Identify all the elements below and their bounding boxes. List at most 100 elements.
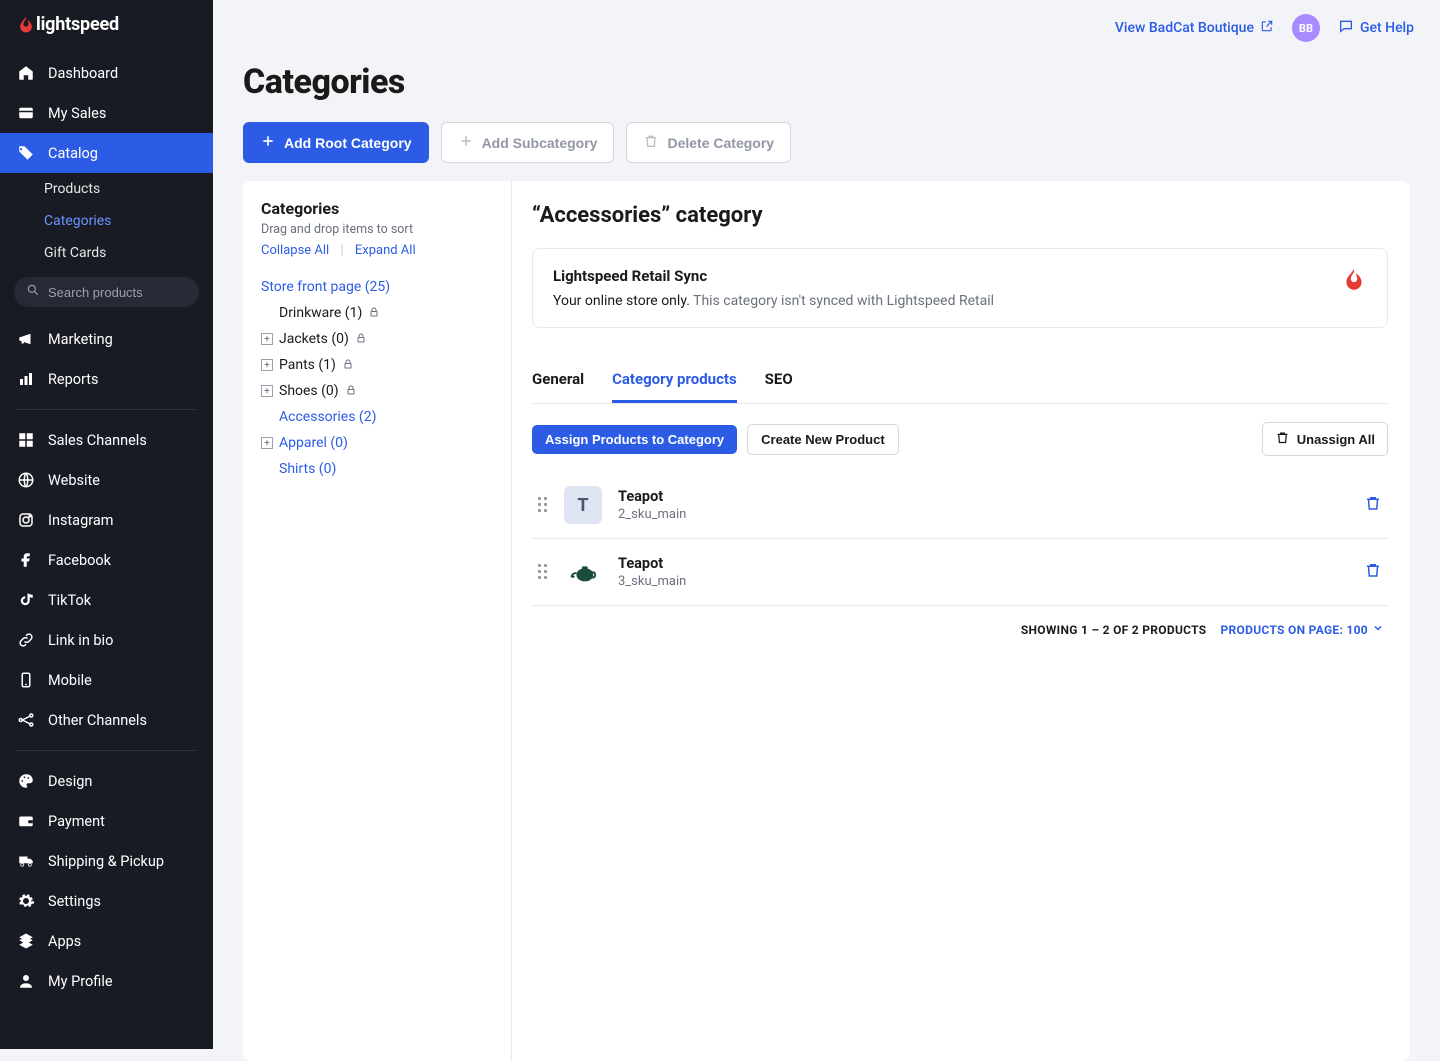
button-label: Add Root Category	[284, 135, 412, 151]
sidebar-item-reports[interactable]: Reports	[0, 359, 213, 399]
expand-toggle[interactable]: +	[261, 333, 273, 345]
lightspeed-flame-icon	[1341, 267, 1367, 297]
drag-handle-icon[interactable]	[538, 497, 548, 513]
sidebar-label: Other Channels	[48, 712, 147, 729]
tree-root[interactable]: Store front page (25)	[261, 274, 495, 300]
sidebar-divider	[16, 409, 197, 410]
tiktok-icon	[16, 590, 36, 610]
category-tree-pane: Categories Drag and drop items to sort C…	[243, 181, 512, 1061]
remove-product-button[interactable]	[1364, 494, 1382, 516]
sidebar-item-facebook[interactable]: Facebook	[0, 540, 213, 580]
brand-name: lightspeed	[36, 14, 119, 35]
sidebar-item-marketing[interactable]: Marketing	[0, 319, 213, 359]
sidebar-item-other-channels[interactable]: Other Channels	[0, 700, 213, 740]
sidebar-item-settings[interactable]: Settings	[0, 881, 213, 921]
tab-general[interactable]: General	[532, 360, 584, 403]
expand-toggle[interactable]: +	[261, 385, 273, 397]
tree-item-shirts[interactable]: Shirts (0)	[261, 456, 495, 482]
sidebar-item-instagram[interactable]: Instagram	[0, 500, 213, 540]
megaphone-icon	[16, 329, 36, 349]
main: View BadCat Boutique BB Get Help Categor…	[213, 0, 1440, 1049]
avatar[interactable]: BB	[1292, 14, 1320, 42]
expand-toggle[interactable]: +	[261, 359, 273, 371]
tree-item-label: Drinkware (1)	[279, 305, 362, 321]
bar-chart-icon	[16, 369, 36, 389]
tree-item-pants[interactable]: + Pants (1)	[261, 352, 495, 378]
chat-icon	[1338, 18, 1354, 38]
detail-title: “Accessories” category	[532, 203, 1388, 228]
sidebar-label: Reports	[48, 371, 99, 388]
sales-icon	[16, 103, 36, 123]
help-label: Get Help	[1360, 20, 1414, 36]
sidebar-sub-categories[interactable]: Categories	[0, 205, 213, 237]
create-new-product-button[interactable]: Create New Product	[747, 424, 899, 455]
button-label: Unassign All	[1297, 432, 1375, 447]
lock-icon	[345, 384, 357, 399]
view-store-link[interactable]: View BadCat Boutique	[1115, 19, 1274, 37]
product-name[interactable]: Teapot	[618, 488, 686, 505]
sidebar-label: Link in bio	[48, 632, 113, 649]
sidebar-item-my-sales[interactable]: My Sales	[0, 93, 213, 133]
home-icon	[16, 63, 36, 83]
pager-per-page-dropdown[interactable]: PRODUCTS ON PAGE: 100	[1221, 622, 1385, 637]
tree-item-jackets[interactable]: + Jackets (0)	[261, 326, 495, 352]
sidebar-item-shipping-pickup[interactable]: Shipping & Pickup	[0, 841, 213, 881]
remove-product-button[interactable]	[1364, 561, 1382, 583]
sidebar-sub-products[interactable]: Products	[0, 173, 213, 205]
add-subcategory-button[interactable]: Add Subcategory	[441, 122, 615, 163]
tree-item-accessories[interactable]: Accessories (2)	[261, 404, 495, 430]
tree-item-apparel[interactable]: + Apparel (0)	[261, 430, 495, 456]
sidebar-item-my-profile[interactable]: My Profile	[0, 961, 213, 1001]
sidebar-label: Catalog	[48, 145, 98, 162]
add-root-category-button[interactable]: Add Root Category	[243, 122, 429, 163]
separator: |	[340, 243, 343, 258]
search-box[interactable]	[14, 277, 199, 307]
lock-icon	[342, 358, 354, 373]
collapse-all-link[interactable]: Collapse All	[261, 243, 329, 258]
facebook-icon	[16, 550, 36, 570]
pager-showing: SHOWING 1 – 2 OF 2 PRODUCTS	[1021, 623, 1207, 637]
sidebar-item-sales-channels[interactable]: Sales Channels	[0, 420, 213, 460]
sidebar-item-tiktok[interactable]: TikTok	[0, 580, 213, 620]
product-thumb-image[interactable]	[564, 553, 602, 591]
sidebar-item-apps[interactable]: Apps	[0, 921, 213, 961]
product-name[interactable]: Teapot	[618, 555, 686, 572]
sidebar-item-link-in-bio[interactable]: Link in bio	[0, 620, 213, 660]
sidebar-item-catalog[interactable]: Catalog	[0, 133, 213, 173]
sidebar-sub-gift-cards[interactable]: Gift Cards	[0, 237, 213, 269]
search-input[interactable]	[48, 285, 187, 300]
sidebar-label: Sales Channels	[48, 432, 147, 449]
windows-icon	[16, 430, 36, 450]
tree-item-label: Pants (1)	[279, 357, 336, 373]
brand-logo[interactable]: lightspeed	[0, 0, 213, 53]
tree-item-drinkware[interactable]: Drinkware (1)	[261, 300, 495, 326]
tree-item-shoes[interactable]: + Shoes (0)	[261, 378, 495, 404]
sidebar-label: My Sales	[48, 105, 106, 122]
sidebar-item-mobile[interactable]: Mobile	[0, 660, 213, 700]
sidebar-item-design[interactable]: Design	[0, 761, 213, 801]
sync-rest: This category isn't synced with Lightspe…	[690, 293, 994, 309]
tab-seo[interactable]: SEO	[765, 360, 793, 403]
tab-category-products[interactable]: Category products	[612, 360, 737, 403]
trash-icon	[643, 133, 659, 152]
get-help-link[interactable]: Get Help	[1338, 18, 1414, 38]
drag-handle-icon[interactable]	[538, 564, 548, 580]
trash-icon	[1275, 430, 1290, 448]
unassign-all-button[interactable]: Unassign All	[1262, 422, 1388, 456]
expand-toggle[interactable]: +	[261, 437, 273, 449]
expand-all-link[interactable]: Expand All	[355, 243, 416, 258]
globe-icon	[16, 470, 36, 490]
sidebar-item-payment[interactable]: Payment	[0, 801, 213, 841]
product-row: T Teapot 2_sku_main	[532, 472, 1388, 539]
external-link-icon	[1260, 19, 1274, 37]
sidebar-divider	[16, 750, 197, 751]
product-thumb-placeholder[interactable]: T	[564, 486, 602, 524]
delete-category-button[interactable]: Delete Category	[626, 122, 791, 163]
instagram-icon	[16, 510, 36, 530]
content-panel: Categories Drag and drop items to sort C…	[243, 181, 1410, 1061]
view-store-label: View BadCat Boutique	[1115, 20, 1254, 36]
sidebar-label: Dashboard	[48, 65, 118, 82]
assign-products-button[interactable]: Assign Products to Category	[532, 425, 737, 454]
sidebar-item-website[interactable]: Website	[0, 460, 213, 500]
sidebar-item-dashboard[interactable]: Dashboard	[0, 53, 213, 93]
